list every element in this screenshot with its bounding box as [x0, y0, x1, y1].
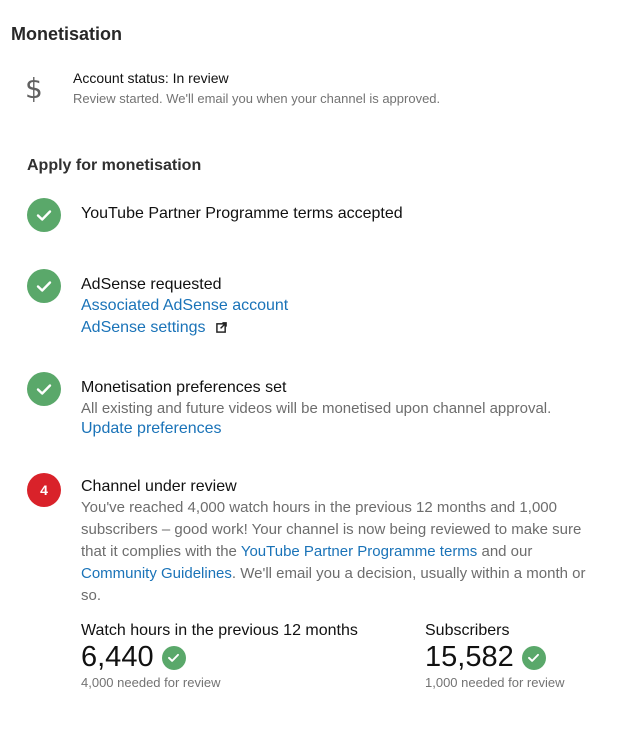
step-review-title: Channel under review	[81, 478, 237, 495]
associated-adsense-link[interactable]: Associated AdSense account	[81, 297, 288, 315]
review-desc-text: and our	[477, 543, 533, 560]
check-icon	[27, 269, 61, 303]
watch-hours-needed: 4,000 needed for review	[81, 675, 221, 690]
check-icon	[161, 645, 186, 670]
adsense-settings-link[interactable]: AdSense settings	[81, 319, 206, 336]
community-guidelines-link[interactable]: Community Guidelines	[81, 565, 232, 582]
update-preferences-link[interactable]: Update preferences	[81, 420, 222, 438]
step-review-desc: You've reached 4,000 watch hours in the …	[81, 497, 596, 607]
watch-hours-value-row: 6,440	[81, 641, 186, 674]
subscribers-label: Subscribers	[425, 622, 510, 639]
account-status-subtext: Review started. We'll email you when you…	[73, 91, 441, 106]
dollar-icon: $	[25, 72, 43, 105]
apply-heading: Apply for monetisation	[27, 157, 202, 174]
external-link-icon	[216, 320, 227, 333]
step-terms-title: YouTube Partner Programme terms accepted	[81, 205, 403, 222]
subscribers-value-row: 15,582	[425, 641, 546, 674]
check-icon	[27, 372, 61, 406]
step-adsense-title: AdSense requested	[81, 276, 222, 293]
step-preferences-desc: All existing and future videos will be m…	[81, 400, 552, 417]
adsense-settings-link-wrap[interactable]: AdSense settings	[81, 319, 227, 337]
account-status: Account status: In review	[73, 70, 229, 86]
watch-hours-value: 6,440	[81, 641, 154, 673]
watch-hours-label: Watch hours in the previous 12 months	[81, 622, 358, 639]
check-icon	[521, 645, 546, 670]
page-title: Monetisation	[11, 24, 122, 44]
step-number-badge: 4	[27, 473, 61, 507]
subscribers-value: 15,582	[425, 641, 514, 673]
partner-terms-link[interactable]: YouTube Partner Programme terms	[241, 543, 478, 560]
check-icon	[27, 198, 61, 232]
subscribers-needed: 1,000 needed for review	[425, 675, 565, 690]
step-preferences-title: Monetisation preferences set	[81, 379, 287, 396]
